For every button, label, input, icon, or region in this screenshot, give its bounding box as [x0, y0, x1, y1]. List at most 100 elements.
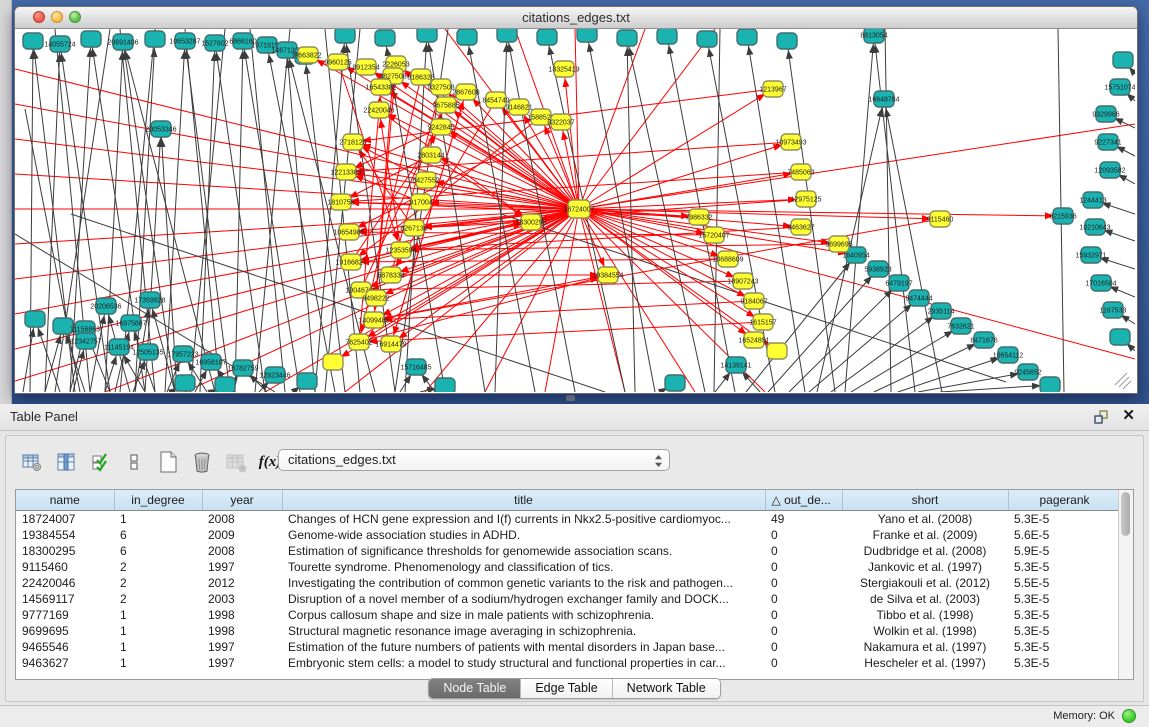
column-header-out_de[interactable]: △ out_de... — [765, 490, 842, 510]
network-node[interactable]: 9675885 — [432, 97, 459, 113]
network-node[interactable] — [1040, 377, 1060, 392]
network-node[interactable] — [497, 29, 517, 42]
network-node[interactable]: 7485063 — [787, 164, 814, 180]
network-node[interactable]: 12923446 — [259, 367, 290, 383]
network-node[interactable] — [657, 29, 677, 44]
close-panel-icon[interactable]: ✕ — [1122, 407, 1135, 425]
network-node[interactable]: 8471676 — [970, 332, 997, 348]
network-node[interactable]: 18724007 — [563, 200, 594, 218]
network-node[interactable] — [665, 375, 685, 391]
network-node[interactable]: 16524851 — [738, 332, 769, 348]
network-node[interactable]: 8322037 — [547, 114, 574, 130]
network-node[interactable]: 10210643 — [1079, 219, 1110, 235]
network-node[interactable]: 15716485 — [400, 359, 431, 375]
table-settings-icon[interactable] — [20, 450, 44, 474]
column-header-in_degree[interactable]: in_degree — [114, 490, 202, 510]
network-node[interactable] — [457, 29, 477, 45]
network-node[interactable] — [375, 30, 395, 46]
network-node[interactable]: 9960125 — [324, 54, 351, 70]
tab-network-table[interactable]: Network Table — [613, 679, 720, 698]
network-node[interactable]: 5878334 — [377, 267, 404, 283]
network-node[interactable] — [1113, 52, 1133, 68]
network-node[interactable] — [417, 29, 437, 42]
table-row[interactable]: 977716911998Corpus callosum shape and si… — [16, 607, 1121, 623]
network-node[interactable]: 9463627 — [787, 219, 814, 235]
network-node[interactable]: 16648784 — [868, 91, 899, 107]
network-node[interactable]: 9474444 — [905, 290, 932, 306]
network-node[interactable] — [81, 31, 101, 47]
column-header-pagerank[interactable]: pagerank — [1008, 490, 1121, 510]
network-node[interactable]: 20691406 — [107, 34, 138, 50]
scrollbar-thumb[interactable] — [1121, 492, 1130, 536]
network-node[interactable]: 12975125 — [790, 191, 821, 207]
network-node[interactable] — [323, 354, 343, 370]
network-node[interactable]: 5938923 — [864, 261, 891, 277]
column-header-year[interactable]: year — [202, 490, 282, 510]
table-row[interactable]: 1938455462009Genome-wide association stu… — [16, 527, 1121, 543]
network-node[interactable] — [1110, 329, 1130, 345]
network-node[interactable]: 18907243 — [727, 273, 758, 289]
tab-edge-table[interactable]: Edge Table — [521, 679, 612, 698]
network-node[interactable]: 20206536 — [90, 298, 121, 314]
network-node[interactable]: 9329966 — [1092, 106, 1119, 122]
column-visibility-icon[interactable] — [54, 450, 78, 474]
network-node[interactable]: 1810755 — [327, 194, 354, 210]
tab-node-table[interactable]: Node Table — [429, 679, 521, 698]
network-node[interactable] — [335, 29, 355, 43]
network-node[interactable] — [577, 29, 597, 42]
network-node[interactable]: 14055724 — [44, 36, 75, 52]
network-node[interactable]: 9146821 — [505, 99, 532, 115]
column-header-short[interactable]: short — [842, 490, 1008, 510]
network-node[interactable]: 15751074 — [1104, 79, 1135, 95]
network-node[interactable] — [537, 29, 557, 45]
network-node[interactable]: 17016504 — [1085, 275, 1116, 291]
table-row[interactable]: 1830029562008Estimation of significance … — [16, 543, 1121, 559]
network-node[interactable] — [737, 29, 757, 45]
network-node[interactable] — [767, 343, 787, 359]
row-selection-icon[interactable] — [88, 450, 112, 474]
network-node[interactable] — [435, 378, 455, 392]
new-document-icon[interactable] — [156, 450, 180, 474]
network-node[interactable]: 8427552 — [412, 172, 439, 188]
network-node[interactable]: 9498222 — [362, 290, 389, 306]
network-node[interactable]: 9184067 — [740, 293, 767, 309]
network-node[interactable]: 9227341 — [1094, 134, 1121, 150]
network-node[interactable]: 8912354 — [352, 59, 379, 75]
network-node[interactable]: 10654112 — [993, 347, 1024, 363]
network-node[interactable]: 9327508 — [427, 79, 454, 95]
network-node[interactable]: 1213967 — [759, 81, 786, 97]
network-node[interactable]: 9245652 — [1014, 364, 1041, 380]
network-canvas[interactable]: 1405572420691406106532871527602686616010… — [15, 29, 1135, 392]
network-node[interactable] — [297, 373, 317, 389]
network-node[interactable]: 1615157 — [749, 314, 776, 330]
table-row[interactable]: 946554611997Estimation of the future num… — [16, 639, 1121, 655]
network-node[interactable] — [215, 377, 235, 392]
network-node[interactable]: 10653287 — [169, 33, 200, 49]
float-panel-icon[interactable] — [1093, 409, 1109, 425]
network-node[interactable]: 917004 — [409, 194, 432, 210]
window-titlebar[interactable]: citations_edges.txt — [15, 7, 1137, 29]
network-node[interactable]: 7632621 — [947, 318, 974, 334]
column-header-name[interactable]: name — [16, 490, 114, 510]
network-node[interactable]: 10688609 — [712, 251, 743, 267]
network-node[interactable]: 8813054 — [860, 29, 887, 43]
network-node[interactable]: 8215936 — [1049, 208, 1076, 224]
network-node[interactable] — [777, 33, 797, 49]
network-node[interactable]: 15932971 — [1075, 247, 1106, 263]
table-row[interactable]: 911546021997Tourette syndrome. Phenomeno… — [16, 559, 1121, 575]
network-node[interactable]: 2803144 — [417, 147, 444, 163]
network-node[interactable] — [145, 31, 165, 47]
network-node[interactable] — [175, 375, 195, 391]
network-node[interactable]: 1167533 — [1100, 302, 1127, 318]
network-node[interactable]: 6479197 — [885, 275, 912, 291]
network-node[interactable]: 12342757 — [70, 333, 101, 349]
network-node[interactable] — [697, 31, 717, 47]
network-node[interactable]: 16958107 — [195, 354, 226, 370]
column-header-title[interactable]: title — [282, 490, 765, 510]
network-node[interactable]: 7986332 — [685, 209, 712, 225]
network-node[interactable]: 1527602 — [201, 35, 228, 51]
network-node[interactable]: 14139141 — [720, 357, 751, 373]
table-row[interactable]: 2242004622012Investigating the contribut… — [16, 575, 1121, 591]
table-vertical-scrollbar[interactable] — [1118, 490, 1133, 679]
network-node[interactable]: 9115460 — [927, 211, 954, 227]
